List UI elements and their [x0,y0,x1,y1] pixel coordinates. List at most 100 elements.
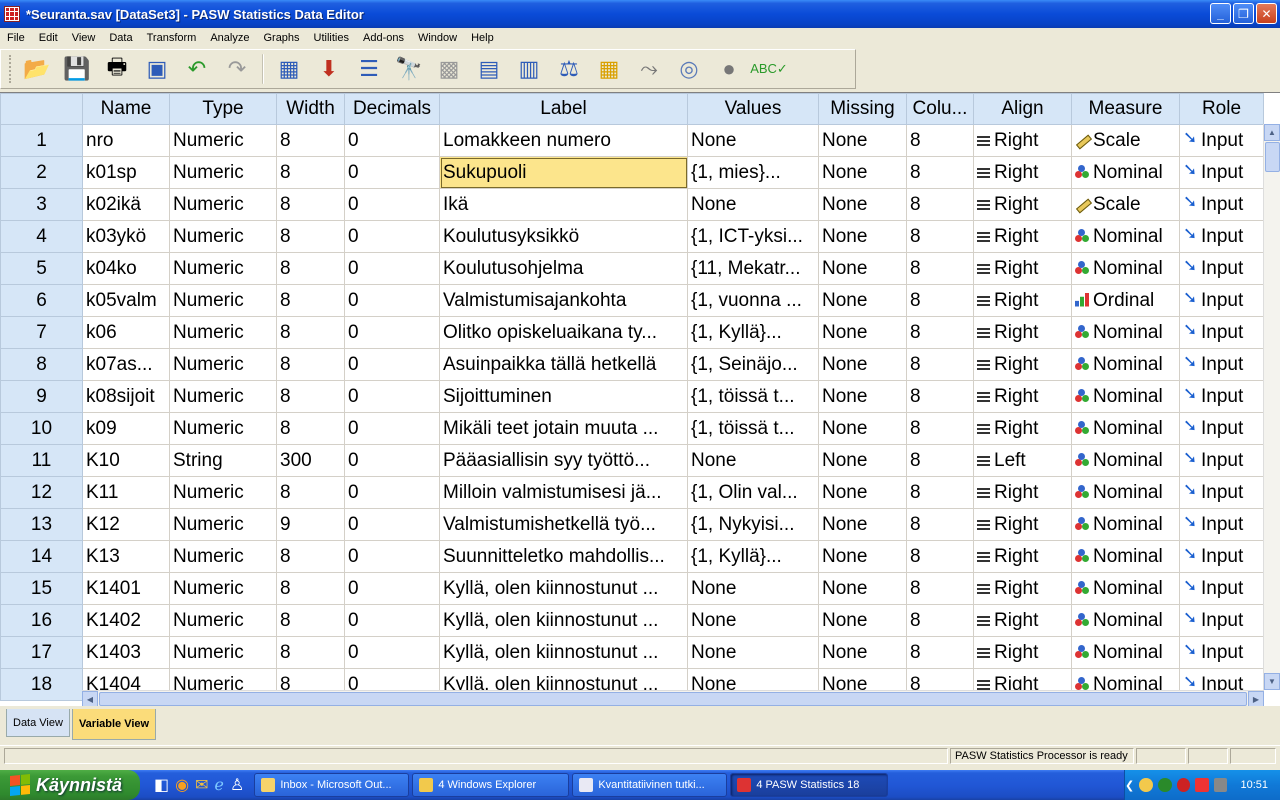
app-icon[interactable] [4,6,20,22]
row-number[interactable]: 10 [0,412,83,445]
role-cell[interactable]: Input [1179,540,1264,573]
name-cell[interactable]: nro [82,124,170,157]
col-header-values[interactable]: Values [687,93,819,125]
type-cell[interactable]: Numeric [169,188,277,221]
tab-data-view[interactable]: Data View [6,709,70,737]
name-cell[interactable]: k05valm [82,284,170,317]
close-button[interactable]: ✕ [1256,3,1277,24]
save-icon[interactable]: 💾 [60,52,94,86]
outlook-quick-icon[interactable]: ✉ [195,775,208,795]
role-cell[interactable]: Input [1179,252,1264,285]
align-cell[interactable]: Right [973,252,1072,285]
measure-cell[interactable]: Nominal [1071,380,1180,413]
col-header-role[interactable]: Role [1179,93,1264,125]
values-cell[interactable]: {1, vuonna ... [687,284,819,317]
label-cell[interactable]: Suunnitteletko mahdollis... [439,540,688,573]
name-cell[interactable]: k01sp [82,156,170,189]
name-cell[interactable]: K1401 [82,572,170,605]
role-cell[interactable]: Input [1179,220,1264,253]
columns-cell[interactable]: 8 [906,636,974,669]
name-cell[interactable]: K10 [82,444,170,477]
start-button[interactable]: Käynnistä [0,770,140,800]
decimals-cell[interactable]: 0 [344,380,440,413]
role-cell[interactable]: Input [1179,508,1264,541]
label-cell[interactable]: Milloin valmistumisesi jä... [439,476,688,509]
align-cell[interactable]: Right [973,636,1072,669]
col-header-measure[interactable]: Measure [1071,93,1180,125]
row-number[interactable]: 15 [0,572,83,605]
use-sets-icon[interactable]: ◎ [672,52,706,86]
tray-arrow-icon[interactable]: ❮ [1125,779,1134,792]
align-cell[interactable]: Right [973,572,1072,605]
grid-corner[interactable] [0,93,83,125]
row-number[interactable]: 18 [0,668,83,701]
task-windows-explorer[interactable]: 4 Windows Explorer [412,773,570,797]
decimals-cell[interactable]: 0 [344,188,440,221]
split-file-icon[interactable]: ▥ [512,52,546,86]
menu-add-ons[interactable]: Add-ons [356,32,411,44]
name-cell[interactable]: K12 [82,508,170,541]
width-cell[interactable]: 8 [276,476,345,509]
measure-cell[interactable]: Nominal [1071,508,1180,541]
missing-cell[interactable]: None [818,540,907,573]
row-number[interactable]: 13 [0,508,83,541]
values-cell[interactable]: None [687,188,819,221]
decimals-cell[interactable]: 0 [344,476,440,509]
name-cell[interactable]: K11 [82,476,170,509]
values-cell[interactable]: None [687,636,819,669]
type-cell[interactable]: Numeric [169,252,277,285]
role-cell[interactable]: Input [1179,412,1264,445]
insert-variable-icon[interactable]: ▤ [472,52,506,86]
clock[interactable]: 10:51 [1240,779,1268,791]
missing-cell[interactable]: None [818,124,907,157]
col-header-columns[interactable]: Colu... [906,93,974,125]
row-number[interactable]: 1 [0,124,83,157]
missing-cell[interactable]: None [818,252,907,285]
variables-icon[interactable]: ☰ [352,52,386,86]
role-cell[interactable]: Input [1179,284,1264,317]
width-cell[interactable]: 8 [276,252,345,285]
measure-cell[interactable]: Nominal [1071,348,1180,381]
width-cell[interactable]: 8 [276,316,345,349]
columns-cell[interactable]: 8 [906,508,974,541]
scroll-up-button[interactable]: ▲ [1264,124,1280,141]
missing-cell[interactable]: None [818,476,907,509]
values-cell[interactable]: None [687,604,819,637]
width-cell[interactable]: 8 [276,412,345,445]
horizontal-scrollbar[interactable]: ◀ ▶ [82,690,1264,707]
role-cell[interactable]: Input [1179,348,1264,381]
columns-cell[interactable]: 8 [906,444,974,477]
values-cell[interactable]: None [687,124,819,157]
label-cell[interactable]: Ikä [439,188,688,221]
columns-cell[interactable]: 8 [906,252,974,285]
col-header-align[interactable]: Align [973,93,1072,125]
task-word-document[interactable]: Kvantitatiivinen tutki... [572,773,728,797]
horizontal-scroll-thumb[interactable] [99,692,1247,706]
col-header-name[interactable]: Name [82,93,170,125]
role-cell[interactable]: Input [1179,188,1264,221]
goto-variable-icon[interactable]: ⬇ [312,52,346,86]
label-cell[interactable]: Sijoittuminen [439,380,688,413]
measure-cell[interactable]: Nominal [1071,412,1180,445]
decimals-cell[interactable]: 0 [344,412,440,445]
values-cell[interactable]: {1, mies}... [687,156,819,189]
task-pasw-statistics[interactable]: 4 PASW Statistics 18 [730,773,889,797]
type-cell[interactable]: Numeric [169,316,277,349]
type-cell[interactable]: Numeric [169,380,277,413]
menu-data[interactable]: Data [102,32,139,44]
open-folder-icon[interactable]: 📂 [20,52,54,86]
align-cell[interactable]: Right [973,156,1072,189]
measure-cell[interactable]: Nominal [1071,316,1180,349]
values-cell[interactable]: {1, töissä t... [687,412,819,445]
columns-cell[interactable]: 8 [906,348,974,381]
width-cell[interactable]: 8 [276,220,345,253]
align-cell[interactable]: Left [973,444,1072,477]
name-cell[interactable]: k03ykö [82,220,170,253]
values-cell[interactable]: None [687,444,819,477]
columns-cell[interactable]: 8 [906,124,974,157]
type-cell[interactable]: Numeric [169,124,277,157]
missing-cell[interactable]: None [818,572,907,605]
align-cell[interactable]: Right [973,380,1072,413]
insert-cases-icon[interactable]: ▩ [432,52,466,86]
decimals-cell[interactable]: 0 [344,508,440,541]
